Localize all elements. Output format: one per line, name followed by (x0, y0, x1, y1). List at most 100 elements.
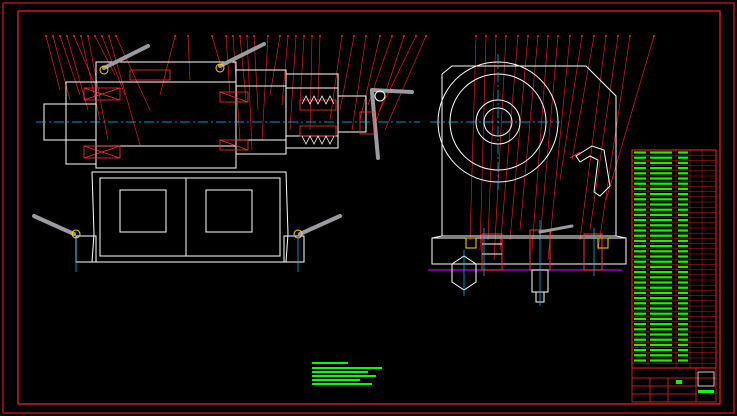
parts-list-entry (650, 349, 672, 352)
parts-list-entry (650, 338, 672, 341)
parts-list-entry (650, 312, 672, 315)
side-handle[interactable] (538, 224, 574, 234)
parts-list-entry (650, 161, 672, 164)
parts-list-entry (650, 213, 672, 216)
parts-list-entry (678, 234, 688, 237)
parts-list-entry (634, 323, 646, 326)
parts-list-entry (678, 187, 688, 190)
bearing-blocks (83, 69, 337, 159)
side-view (428, 35, 655, 306)
parts-list-entry (678, 213, 688, 216)
parts-list-entry (634, 250, 646, 253)
side-view-leader-dots (475, 35, 655, 37)
parts-list-entry (650, 193, 672, 196)
front-section-view (32, 35, 427, 272)
parts-list-entry (678, 286, 688, 289)
parts-list-entry (678, 271, 688, 274)
parts-list-entry (634, 297, 646, 300)
parts-list-entry (650, 260, 672, 263)
parts-list-entry (678, 265, 688, 268)
parts-list-entry (650, 333, 672, 336)
clamp-icon[interactable] (569, 145, 611, 197)
parts-list-entry (634, 198, 646, 201)
parts-list-entry (678, 208, 688, 211)
parts-list-entry (650, 255, 672, 258)
parts-list-entry (634, 343, 646, 346)
parts-list-entry (650, 276, 672, 279)
parts-list-entry (650, 317, 672, 320)
machine-base (75, 171, 305, 263)
parts-list-entry (678, 297, 688, 300)
front-view-leader-dots (45, 35, 427, 37)
parts-list-entry (678, 260, 688, 263)
parts-list-entry (678, 161, 688, 164)
parts-list-entry (650, 234, 672, 237)
parts-list-entry (678, 333, 688, 336)
parts-list-entry (650, 167, 672, 170)
parts-list-entry (678, 203, 688, 206)
parts-list-entry (650, 307, 672, 310)
parts-list-entry (678, 307, 688, 310)
parts-list-entry (634, 302, 646, 305)
parts-list-entry (678, 255, 688, 258)
parts-list-entry (650, 281, 672, 284)
handle-lever-icon[interactable] (215, 42, 266, 73)
base-clamp-right[interactable] (293, 214, 342, 272)
parts-list-entry (678, 281, 688, 284)
parts-list-entry (650, 239, 672, 242)
parts-list-entry (678, 177, 688, 180)
parts-list-entry (634, 161, 646, 164)
parts-list-entry (650, 297, 672, 300)
parts-list-entry (634, 333, 646, 336)
parts-list-entries (634, 151, 688, 362)
cad-drawing-sheet (2, 2, 735, 414)
base-clamp-left[interactable] (32, 214, 81, 272)
parts-list-entry (634, 234, 646, 237)
parts-list-entry (650, 172, 672, 175)
parts-list-entry (678, 349, 688, 352)
parts-list-entry (678, 328, 688, 331)
parts-list-entry (678, 156, 688, 159)
parts-list-entry (634, 276, 646, 279)
parts-list-entry (634, 260, 646, 263)
parts-list-entry (678, 323, 688, 326)
parts-list-entry (634, 255, 646, 258)
parts-list-entry (634, 265, 646, 268)
parts-list-entry (634, 151, 646, 154)
parts-list-entry (678, 338, 688, 341)
spring-coil (301, 95, 335, 145)
parts-list-entry (650, 245, 672, 248)
parts-list-entry (678, 245, 688, 248)
parts-list-entry (650, 187, 672, 190)
parts-list-entry (650, 151, 672, 154)
handwheel-icon[interactable] (359, 88, 414, 160)
parts-list-entry (634, 213, 646, 216)
parts-list-entry (634, 208, 646, 211)
parts-list-entry (650, 198, 672, 201)
parts-list-entry (678, 239, 688, 242)
parts-list-entry (634, 219, 646, 222)
parts-list-entry (650, 323, 672, 326)
parts-list-entry (650, 265, 672, 268)
parts-list-entry (634, 291, 646, 294)
parts-list-entry (634, 156, 646, 159)
parts-list-entry (650, 328, 672, 331)
parts-list-entry (678, 224, 688, 227)
parts-list-entry (650, 359, 672, 362)
parts-list-entry (634, 281, 646, 284)
parts-list-entry (650, 291, 672, 294)
parts-list-entry (650, 208, 672, 211)
parts-list-entry (650, 224, 672, 227)
parts-list-entry (678, 302, 688, 305)
parts-list-entry (678, 359, 688, 362)
parts-list-entry (650, 229, 672, 232)
parts-list-entry (650, 343, 672, 346)
parts-list-entry (650, 156, 672, 159)
parts-list-entry (678, 276, 688, 279)
side-bottom-fixtures (451, 220, 609, 306)
parts-list-entry (634, 172, 646, 175)
parts-list-entry (650, 271, 672, 274)
parts-list-entry (634, 317, 646, 320)
spindle-housing (43, 61, 367, 169)
parts-list-entry (678, 291, 688, 294)
